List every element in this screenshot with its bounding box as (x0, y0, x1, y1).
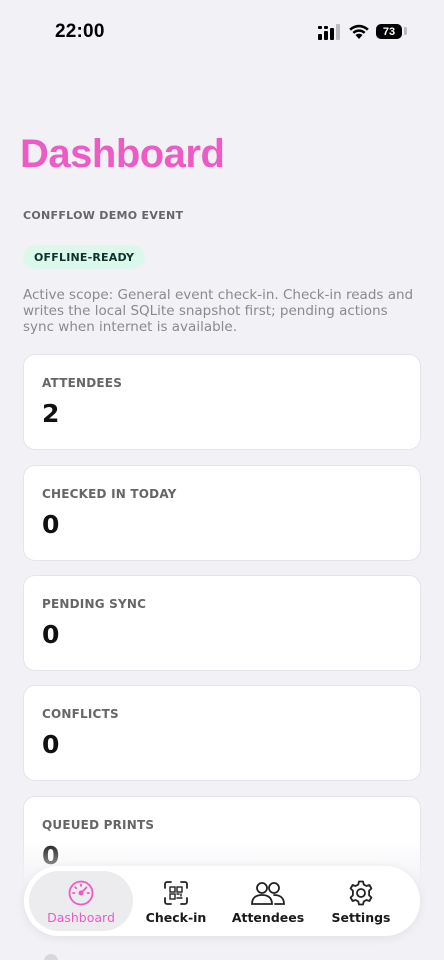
tab-label: Check-in (145, 909, 207, 925)
cellular-signal-icon (318, 24, 340, 40)
stat-value: 2 (42, 399, 60, 428)
stat-card-pending-sync: PENDING SYNC 0 (23, 575, 421, 671)
tab-dashboard[interactable]: Dashboard (29, 871, 133, 931)
stat-label: QUEUED PRINTS (42, 818, 155, 832)
stat-label: CONFLICTS (42, 707, 119, 721)
stat-label: PENDING SYNC (42, 597, 147, 611)
tab-settings[interactable]: Settings (309, 871, 413, 931)
bottom-tab-bar: Dashboard Check-in Attendees Settings (24, 866, 420, 936)
tab-check-in[interactable]: Check-in (124, 871, 228, 931)
stat-label: CHECKED IN TODAY (42, 487, 177, 501)
stat-value: 0 (42, 510, 60, 539)
gear-icon (349, 880, 373, 905)
tab-attendees[interactable]: Attendees (216, 871, 320, 931)
stat-card-attendees: ATTENDEES 2 (23, 354, 421, 450)
battery-icon: 73 (376, 24, 407, 39)
stat-card-conflicts: CONFLICTS 0 (23, 685, 421, 781)
stat-label: ATTENDEES (42, 376, 123, 390)
scope-description: Active scope: General event check-in. Ch… (23, 287, 414, 335)
status-time: 22:00 (55, 21, 105, 42)
stat-value: 0 (42, 730, 60, 759)
gauge-icon (68, 880, 94, 905)
wifi-icon (349, 24, 369, 39)
status-badge: OFFLINE-READY (23, 245, 146, 269)
stat-card-checked-in-today: CHECKED IN TODAY 0 (23, 465, 421, 561)
qr-scan-icon (164, 880, 188, 905)
event-name: CONFFLOW DEMO EVENT (23, 209, 184, 222)
tab-label: Attendees (231, 909, 305, 925)
people-icon (251, 881, 285, 905)
page-title: Dashboard (20, 132, 225, 176)
tab-label: Dashboard (47, 909, 115, 925)
tab-label: Settings (331, 909, 391, 925)
status-bar: 22:00 73 (0, 0, 444, 66)
stat-value: 0 (42, 620, 60, 649)
